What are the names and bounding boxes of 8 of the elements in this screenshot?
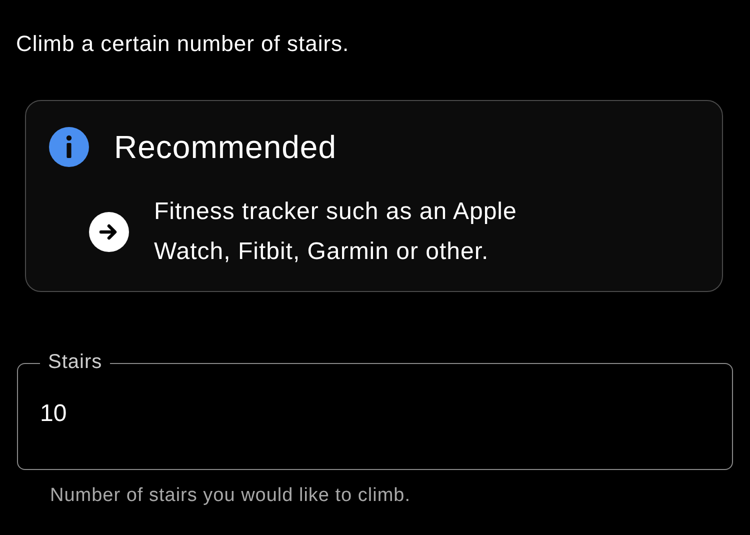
- stairs-input[interactable]: 10: [40, 396, 710, 432]
- helper-text: Number of stairs you would like to climb.: [50, 484, 411, 508]
- card-title: Recommended: [114, 128, 336, 167]
- arrow-right-icon: [89, 212, 129, 252]
- description: Climb a certain number of stairs.: [16, 30, 350, 58]
- field-label: Stairs: [48, 351, 102, 373]
- recommendation-text: Fitness tracker such as an Apple Watch, Fitbit, Garmin or other.: [154, 197, 518, 267]
- info-icon: [49, 127, 89, 167]
